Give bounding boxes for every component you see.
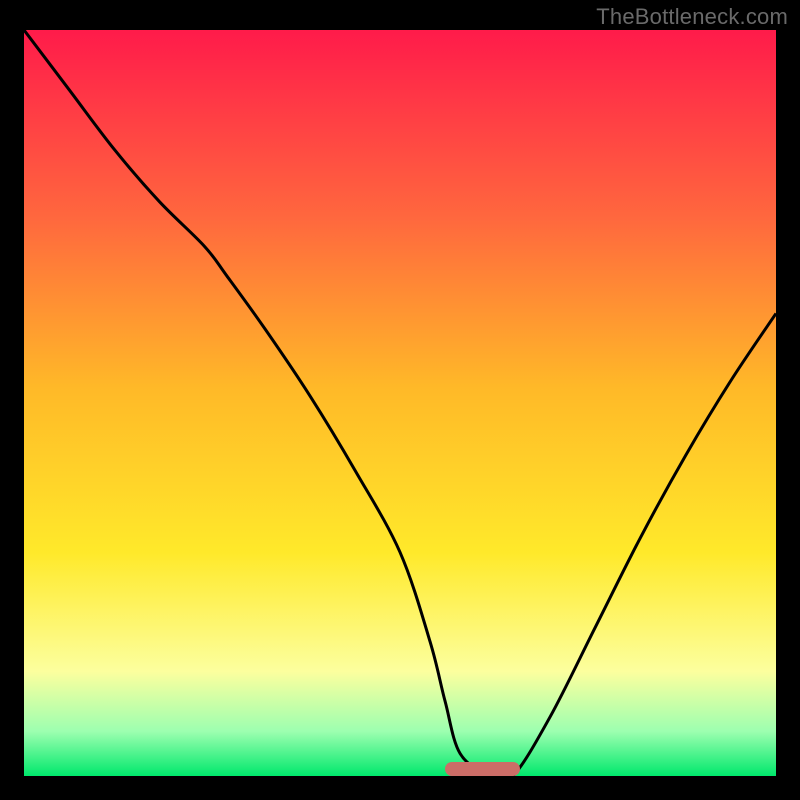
chart-frame: TheBottleneck.com xyxy=(0,0,800,800)
bottleneck-curve xyxy=(24,30,776,776)
watermark-text: TheBottleneck.com xyxy=(596,4,788,30)
optimal-marker xyxy=(445,762,520,776)
plot-area xyxy=(24,30,776,776)
curve-path xyxy=(24,30,776,776)
